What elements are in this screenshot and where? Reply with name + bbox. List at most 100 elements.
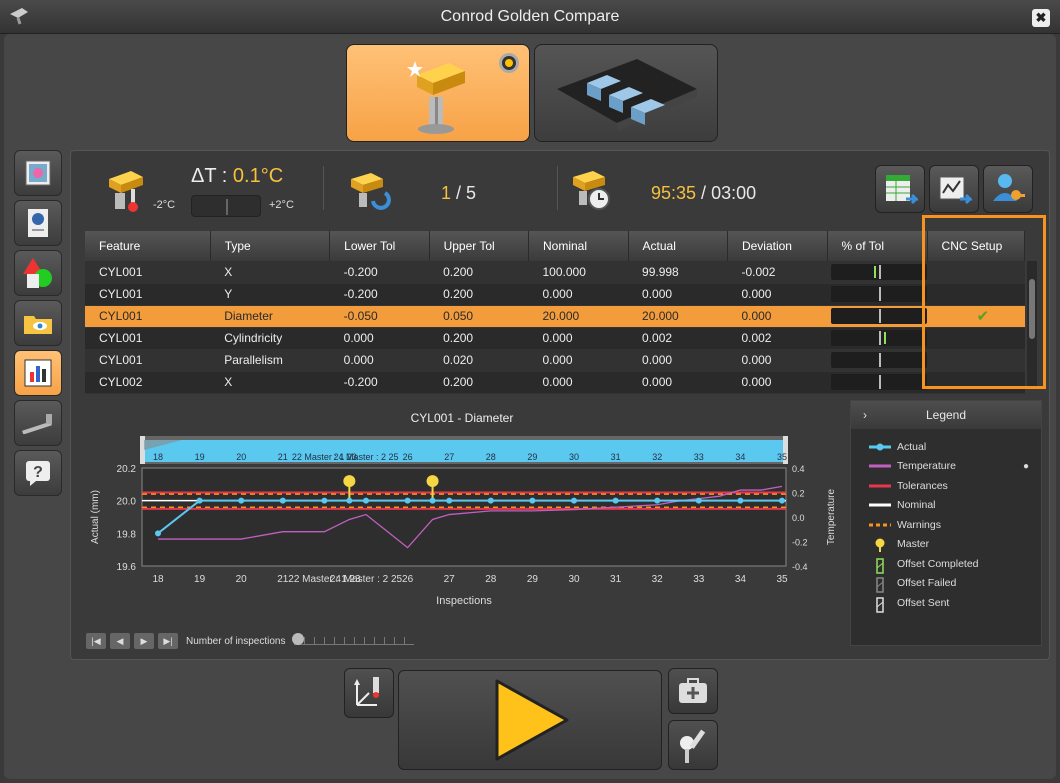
probe-icon [22,414,52,434]
table-row[interactable]: CYL002 X -0.200 0.200 0.000 0.000 0.000 [85,371,1025,394]
inspection-count: 1 / 5 [441,183,476,204]
table-row[interactable]: CYL001 X -0.200 0.200 100.000 99.998 -0.002 [85,261,1025,284]
legend-item[interactable]: Offset Failed [869,574,1041,593]
next-button[interactable]: ▶ [134,633,154,649]
stats-bar: ΔT : 0.1°C -2°C +2°C 1 / 5 95:35 / 03:00 [71,151,1051,227]
table-row[interactable]: CYL001 Diameter -0.050 0.050 20.000 20.000 0.0… [85,305,1025,328]
pallet-mode-button[interactable] [534,44,718,142]
legend-header[interactable]: › Legend [851,401,1041,429]
part-clock-icon [573,171,610,210]
cell-lower: -0.050 [329,305,430,328]
x-tick-label: 20 [236,574,248,585]
cell-upper: 0.200 [429,283,529,306]
tolerance-bar [831,286,928,302]
legend-swatch [869,519,891,531]
sidebar-item-charts[interactable] [14,350,62,396]
first-button[interactable]: |◀ [86,633,106,649]
cell-type: Diameter [210,305,330,328]
actual-point [737,497,744,504]
sidebar-item-image[interactable] [14,150,62,196]
export-table-button[interactable] [875,165,925,213]
cell-feature: CYL001 [85,283,211,306]
legend-item[interactable]: Tolerances [869,476,1041,496]
legend-item[interactable]: Actual [869,437,1041,457]
cell-type: Parallelism [210,349,330,372]
delta-value: 0.1°C [232,165,284,187]
cell-nominal: 100.000 [528,261,629,284]
sidebar-item-program[interactable] [14,200,62,246]
legend-item[interactable]: Warnings [869,515,1041,535]
chevron-right-icon[interactable]: › [863,401,867,429]
chart-export-icon [939,176,972,205]
tolerance-center-mark [879,264,882,279]
column-header[interactable]: Actual [628,231,728,261]
chart-title: CYL001 - Diameter [411,411,514,425]
table-row[interactable]: CYL001 Parallelism 0.000 0.020 0.000 0.000 0.0… [85,349,1025,372]
export-chart-button[interactable] [929,165,979,213]
mode-radio[interactable] [499,53,519,73]
column-header[interactable]: Lower Tol [329,231,430,261]
legend-item[interactable]: Master [869,535,1041,555]
legend-swatch [869,597,891,613]
user-key-button[interactable] [983,165,1033,213]
legend-label: Offset Completed [897,557,979,570]
plot-area [141,467,787,567]
cell-feature: CYL001 [85,305,211,328]
cell-type: Y [210,283,330,306]
x-tick-label: 35 [776,574,788,585]
sidebar-item-probe[interactable] [14,400,62,446]
legend-item[interactable]: Offset Sent [869,593,1041,613]
first-aid-kit-icon [679,678,707,703]
delta-slider [191,195,261,217]
inspections-count-slider[interactable] [291,633,414,645]
sidebar-item-help[interactable]: ? [14,450,62,496]
y-tick-label: 19.8 [117,529,137,540]
legend-swatch [869,577,891,593]
tolerance-center-mark [879,331,882,345]
legend-item[interactable]: Nominal [869,496,1041,516]
document-badge-icon [28,209,48,237]
column-header[interactable]: Type [210,231,331,261]
x-tick-label: 18 [152,574,164,585]
legend-swatch [869,558,891,574]
actual-point [196,497,203,504]
range-tick-label: 35 [777,452,787,462]
previous-button[interactable]: ◀ [110,633,130,649]
column-header[interactable]: Upper Tol [429,231,529,261]
y2-tick-label: -0.2 [792,538,808,548]
tolerance-center-mark [879,375,882,389]
axis-setup-button[interactable] [344,668,394,718]
column-header[interactable]: Deviation [727,231,828,261]
tolerance-center-mark [879,353,882,367]
column-header[interactable]: Nominal [528,231,629,261]
column-header[interactable]: Feature [85,231,211,261]
cell-actual: 0.002 [628,327,728,350]
range-tick-label: 20 [236,452,246,462]
single-part-mode-button[interactable] [346,44,530,142]
x-tick-label: 24 Master : 2 25 [330,574,403,585]
close-button[interactable]: ✖ [1032,9,1050,27]
actual-point [363,497,369,504]
tolerance-bar [831,352,928,368]
legend-item[interactable]: Temperature ● [869,457,1041,477]
eye-icon[interactable]: ● [1023,461,1029,472]
delta-max-label: +2°C [269,199,294,211]
tolerance-fill [874,265,877,278]
range-tick-label: 27 [444,452,454,462]
chart-area: CYL001 - Diameter 18 19 20 21 22 Master : 1 2… [82,408,842,650]
x-tick-label: 27 [444,574,456,585]
table-row[interactable]: CYL001 Y -0.200 0.200 0.000 0.000 0.000 [85,283,1025,306]
legend-item[interactable]: Offset Completed [869,554,1041,574]
toolbox-button[interactable] [668,668,718,714]
legend-label: Nominal [897,499,936,512]
actual-point [571,497,577,504]
pallet-parts-icon [557,59,697,131]
start-button[interactable] [398,670,662,770]
table-row[interactable]: CYL001 Cylindricity 0.000 0.200 0.000 0.002 0.… [85,327,1025,350]
actual-point [155,530,161,537]
sidebar-item-shapes[interactable] [14,250,62,296]
sidebar-item-folder[interactable] [14,300,62,346]
column-header[interactable]: % of Tol [827,231,928,261]
probe-tool-button[interactable] [668,720,718,770]
last-button[interactable]: ▶| [158,633,178,649]
